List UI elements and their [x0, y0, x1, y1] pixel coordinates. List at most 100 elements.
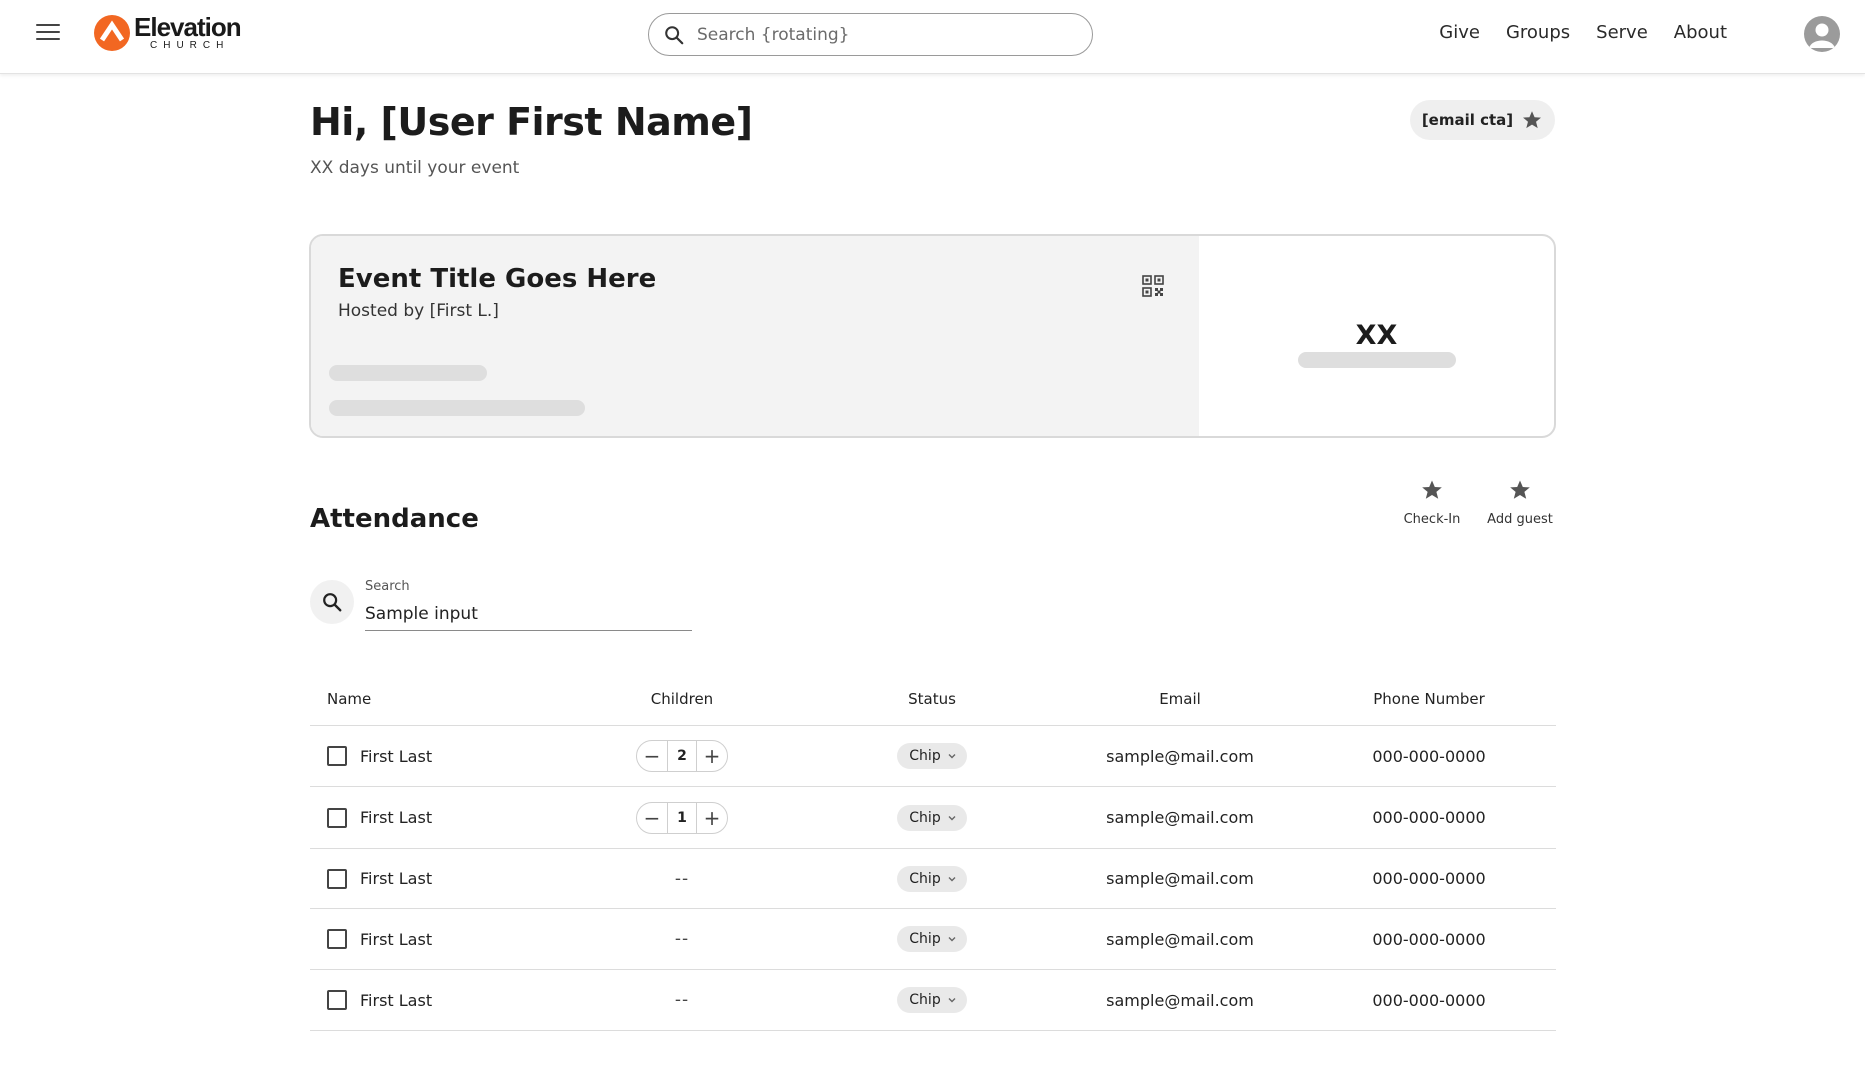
- check-in-label: Check-In: [1403, 512, 1461, 527]
- event-countdown: XX days until your event: [310, 158, 520, 178]
- column-header-children[interactable]: Children: [560, 672, 804, 725]
- children-cell: --: [560, 909, 804, 969]
- status-chip[interactable]: Chip: [897, 804, 967, 831]
- column-header-name[interactable]: Name: [327, 672, 371, 725]
- attendance-title: Attendance: [310, 504, 479, 534]
- avatar-icon: [1809, 23, 1835, 48]
- status-chip[interactable]: Chip: [897, 865, 967, 892]
- status-cell: Chip: [810, 726, 1054, 786]
- table-row: First Last − 2 + Chip sample@mail.com 00…: [310, 726, 1556, 787]
- plus-icon[interactable]: +: [697, 803, 727, 833]
- nav-serve[interactable]: Serve: [1596, 22, 1648, 43]
- attendee-name: First Last: [360, 990, 433, 1010]
- table-row: First Last -- Chip sample@mail.com 000-0…: [310, 849, 1556, 909]
- elevation-logo[interactable]: Elevation CHURCH: [94, 12, 242, 51]
- attendee-name: First Last: [360, 869, 433, 888]
- email-cta-button[interactable]: [email cta]: [1410, 100, 1555, 140]
- email-cell: sample@mail.com: [1106, 929, 1254, 949]
- status-chip[interactable]: Chip: [897, 987, 967, 1013]
- attendance-table: Name Children Status Email Phone Number …: [310, 672, 1556, 1031]
- name-cell: First Last: [327, 787, 432, 848]
- row-checkbox[interactable]: [327, 807, 347, 828]
- children-count: 2: [667, 741, 697, 771]
- children-stepper: − 1 +: [636, 801, 728, 834]
- skeleton-line: [329, 365, 487, 381]
- status-chip[interactable]: Chip: [897, 926, 967, 952]
- chevron-down-icon: [948, 754, 956, 759]
- search-icon: [323, 593, 342, 612]
- phone-cell: 000-000-0000: [1372, 746, 1486, 766]
- minus-icon[interactable]: −: [637, 803, 667, 833]
- qr-code-icon[interactable]: [1141, 274, 1165, 298]
- status-chip-label: Chip: [909, 748, 941, 764]
- row-checkbox[interactable]: [327, 746, 347, 766]
- event-count: XX: [1355, 320, 1398, 351]
- email-cell: sample@mail.com: [1106, 746, 1254, 766]
- event-details-panel: Event Title Goes Here Hosted by [First L…: [311, 236, 1199, 436]
- star-icon: [1510, 480, 1530, 499]
- name-cell: First Last: [327, 909, 432, 969]
- page-title: Hi, [User First Name]: [310, 100, 753, 144]
- table-row: First Last − 1 + Chip sample@mail.com 00…: [310, 787, 1556, 849]
- logo-text: Elevation CHURCH: [134, 12, 242, 51]
- avatar[interactable]: [1804, 16, 1840, 52]
- name-cell: First Last: [327, 849, 432, 908]
- status-chip-label: Chip: [909, 809, 941, 826]
- attendee-name: First Last: [360, 929, 433, 949]
- table-row: First Last -- Chip sample@mail.com 000-0…: [310, 909, 1556, 970]
- status-cell: Chip: [810, 909, 1054, 969]
- attendance-search-button[interactable]: [310, 580, 354, 624]
- attendance-search-label: Search: [365, 579, 410, 594]
- children-cell: − 2 +: [560, 726, 804, 786]
- attendee-name: First Last: [360, 746, 433, 766]
- attendance-search-input[interactable]: [365, 598, 692, 631]
- main-nav: Give Groups Serve About: [1439, 22, 1727, 43]
- status-chip[interactable]: Chip: [897, 743, 967, 769]
- add-guest-label: Add guest: [1487, 512, 1553, 527]
- status-cell: Chip: [810, 787, 1054, 848]
- star-icon: [1523, 111, 1542, 129]
- status-cell: Chip: [810, 849, 1054, 908]
- nav-give[interactable]: Give: [1439, 22, 1480, 43]
- chevron-down-icon: [948, 937, 956, 942]
- nav-about[interactable]: About: [1674, 22, 1727, 43]
- table-row: First Last -- Chip sample@mail.com 000-0…: [310, 970, 1556, 1031]
- children-empty: --: [674, 868, 690, 889]
- plus-icon[interactable]: +: [697, 741, 727, 771]
- add-guest-button[interactable]: Add guest: [1480, 478, 1560, 527]
- row-checkbox[interactable]: [327, 868, 347, 889]
- row-checkbox[interactable]: [327, 929, 347, 949]
- phone-cell: 000-000-0000: [1372, 869, 1486, 888]
- column-header-email[interactable]: Email: [1058, 672, 1302, 725]
- event-card[interactable]: Event Title Goes Here Hosted by [First L…: [309, 234, 1556, 438]
- minus-icon[interactable]: −: [637, 741, 667, 771]
- status-chip-label: Chip: [909, 931, 941, 947]
- skeleton-line: [1298, 352, 1456, 368]
- phone-cell: 000-000-0000: [1372, 929, 1486, 949]
- chevron-down-icon: [948, 815, 956, 820]
- children-count: 1: [667, 802, 697, 833]
- row-checkbox[interactable]: [327, 990, 347, 1010]
- column-header-phone[interactable]: Phone Number: [1307, 672, 1551, 725]
- column-header-status[interactable]: Status: [810, 672, 1054, 725]
- nav-groups[interactable]: Groups: [1506, 22, 1570, 43]
- chevron-down-icon: [948, 998, 956, 1003]
- menu-icon[interactable]: [36, 24, 60, 44]
- email-cell: sample@mail.com: [1106, 869, 1254, 888]
- star-icon: [1422, 480, 1442, 499]
- check-in-button[interactable]: Check-In: [1392, 478, 1472, 527]
- logo-mark-icon: [94, 14, 130, 51]
- children-cell: --: [560, 849, 804, 908]
- global-search[interactable]: [648, 13, 1093, 56]
- table-header: Name Children Status Email Phone Number: [310, 672, 1556, 726]
- email-cta-label: [email cta]: [1421, 111, 1514, 129]
- global-search-input[interactable]: [695, 23, 1092, 46]
- search-icon: [665, 25, 684, 44]
- children-stepper: − 2 +: [636, 740, 728, 772]
- event-host: Hosted by [First L.]: [338, 301, 499, 321]
- children-empty: --: [674, 990, 690, 1010]
- event-title: Event Title Goes Here: [338, 264, 657, 294]
- logo-word: Elevation: [134, 12, 242, 42]
- name-cell: First Last: [327, 970, 432, 1030]
- children-cell: − 1 +: [560, 787, 804, 848]
